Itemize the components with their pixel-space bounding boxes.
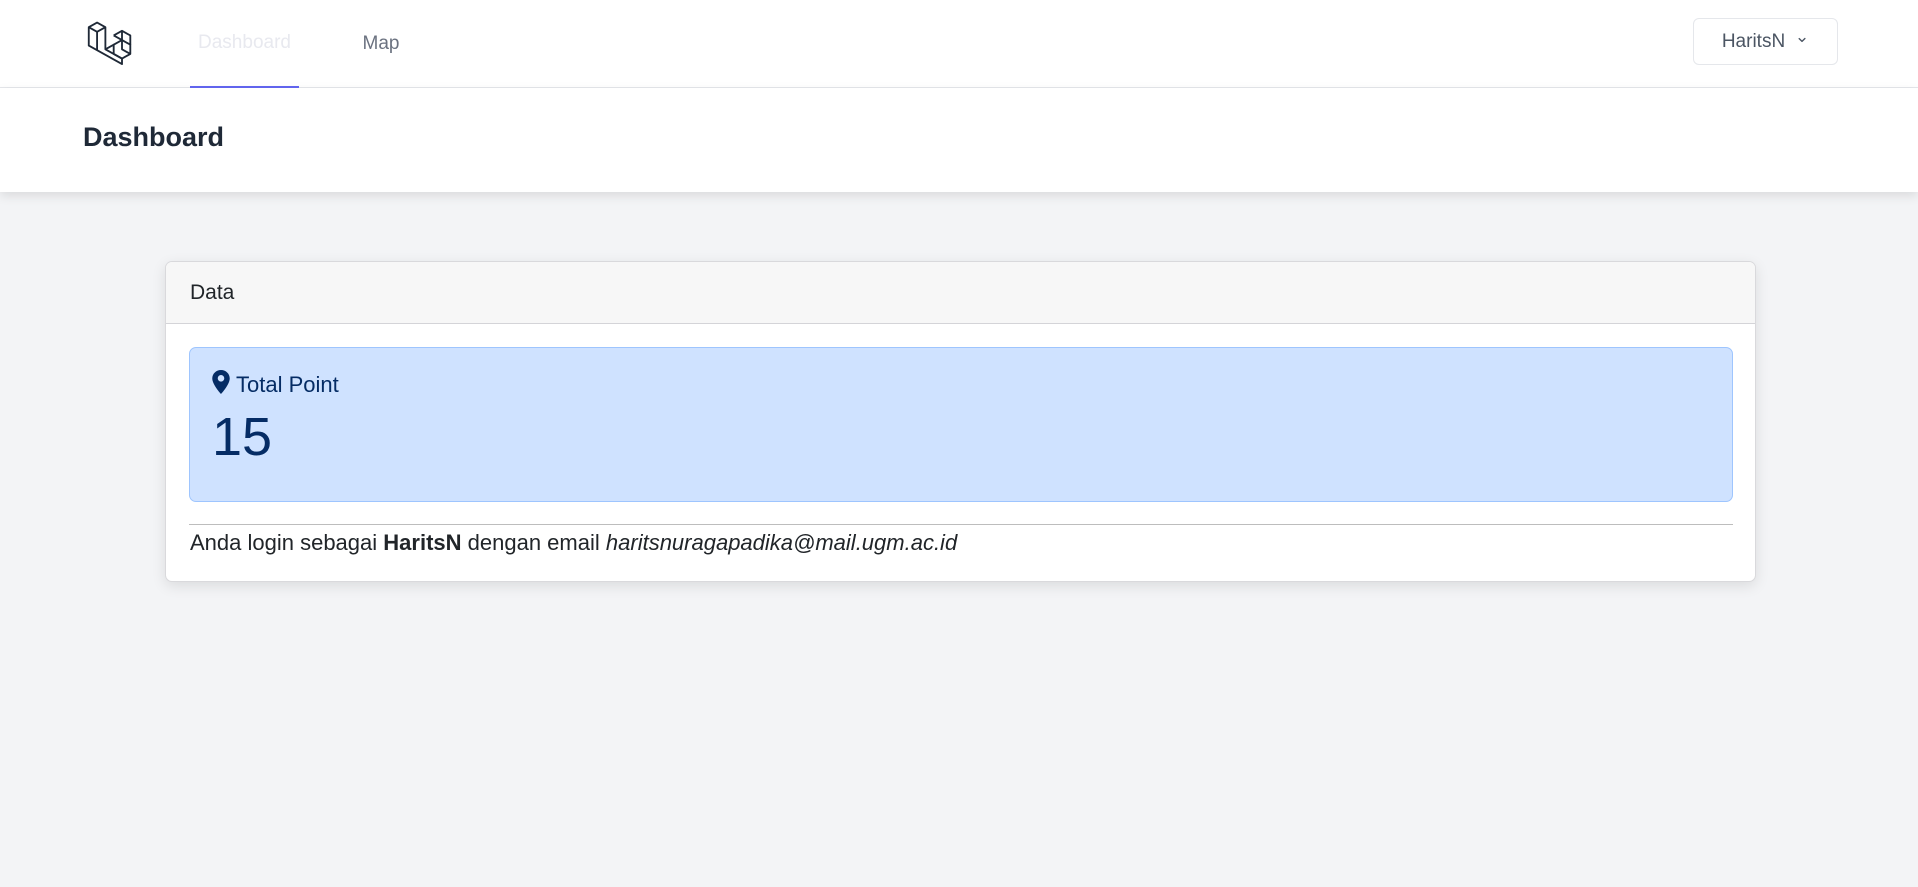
chevron-down-icon [1795, 31, 1809, 53]
card-header: Data [166, 262, 1755, 324]
data-card: Data Total Point 15 Anda login sebagai H… [165, 261, 1756, 582]
total-point-label: Total Point [236, 372, 339, 397]
login-username: HaritsN [383, 530, 462, 555]
nav-link-map[interactable]: Map [345, 0, 417, 88]
laravel-logo-icon[interactable] [86, 17, 134, 65]
divider [189, 524, 1733, 525]
user-menu-label: HaritsN [1721, 30, 1786, 52]
login-info-middle: dengan email [467, 530, 600, 555]
login-info: Anda login sebagai HaritsN dengan email … [190, 530, 957, 556]
total-point-value: 15 [212, 407, 273, 467]
total-point-alert: Total Point 15 [189, 347, 1733, 502]
top-navigation: Dashboard Map HaritsN [0, 0, 1918, 88]
page-title: Dashboard [83, 122, 225, 152]
nav-link-dashboard[interactable]: Dashboard [190, 0, 299, 88]
map-pin-icon [212, 370, 230, 400]
login-info-prefix: Anda login sebagai [190, 530, 378, 555]
user-menu-button[interactable]: HaritsN [1693, 18, 1838, 65]
total-point-label-row: Total Point [212, 370, 339, 400]
login-email: haritsnuragapadika@mail.ugm.ac.id [605, 530, 958, 555]
page-header: Dashboard [0, 88, 1918, 192]
card-title: Data [190, 280, 235, 304]
